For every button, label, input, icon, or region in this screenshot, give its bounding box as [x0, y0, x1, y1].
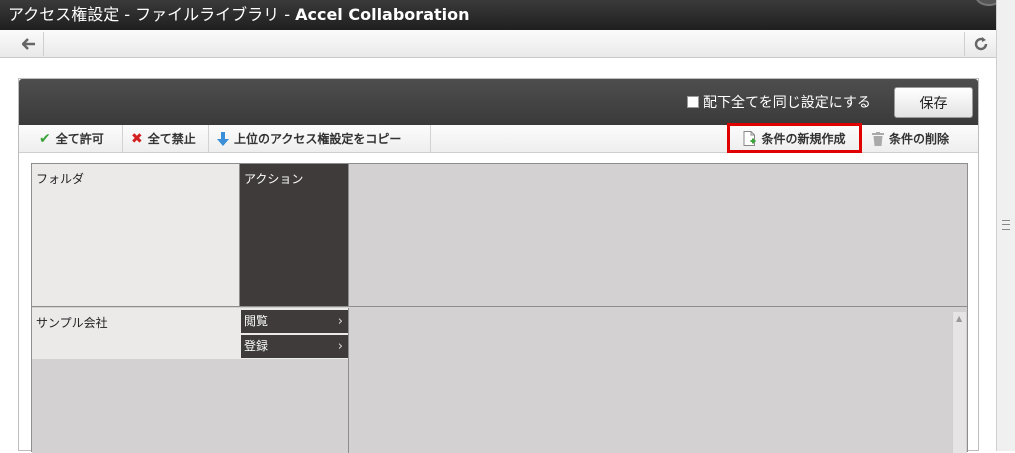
folder-list-empty-area [32, 359, 349, 453]
navigation-bar [0, 30, 996, 58]
folder-row-name[interactable]: サンプル会社 [32, 308, 240, 359]
apply-subfolders-label: 配下全てを同じ設定にする [703, 95, 871, 111]
chevron-right-icon: › [337, 339, 343, 354]
copy-parent-settings-button[interactable]: 上位のアクセス権設定をコピー [209, 125, 431, 152]
condition-header-area [349, 164, 967, 307]
delete-condition-label: 条件の削除 [889, 132, 950, 146]
page-scrollbar[interactable] [996, 0, 1015, 451]
back-button[interactable] [14, 32, 44, 56]
action-column-header: アクション [240, 164, 349, 307]
folder-column-header: フォルダ [32, 164, 240, 307]
panel-header: 配下全てを同じ設定にする 保存 [19, 79, 978, 125]
action-item-view[interactable]: 閲覧 › [241, 310, 348, 333]
check-icon: ✔ [39, 130, 51, 147]
reload-icon [974, 37, 987, 51]
arrow-left-icon [21, 38, 35, 50]
action-item-register[interactable]: 登録 › [241, 335, 348, 358]
reload-button[interactable] [964, 32, 996, 56]
deny-all-label: 全て禁止 [147, 132, 196, 146]
action-item-label: 閲覧 [244, 314, 269, 328]
window-title-app: Accel Collaboration [295, 5, 470, 24]
folder-row-actions: 閲覧 › 登録 › [240, 308, 349, 359]
allow-all-label: 全て許可 [55, 132, 104, 146]
copy-parent-settings-label: 上位のアクセス権設定をコピー [234, 132, 402, 146]
save-button[interactable]: 保存 [894, 87, 973, 118]
arrow-down-icon [217, 131, 229, 146]
access-grid: フォルダ アクション サンプル会社 閲覧 › 登録 › ▲ [31, 163, 968, 453]
chevron-right-icon: › [337, 314, 343, 329]
scroll-up-icon[interactable]: ▲ [956, 314, 962, 323]
delete-condition-button[interactable]: 条件の削除 [864, 125, 964, 152]
grid-scrollbar[interactable]: ▲ [952, 312, 966, 453]
window-titlebar: アクセス権設定 - ファイルライブラリ - Accel Collaboratio… [0, 0, 1015, 30]
apply-subfolders-option[interactable]: 配下全てを同じ設定にする [687, 92, 871, 112]
new-document-icon [743, 130, 756, 146]
new-condition-label: 条件の新規作成 [761, 131, 846, 146]
apply-subfolders-checkbox[interactable] [687, 96, 699, 108]
window-title: アクセス権設定 - ファイルライブラリ - [8, 5, 296, 24]
action-item-label: 登録 [244, 339, 269, 353]
scrollbar-grip-icon[interactable] [1002, 220, 1010, 230]
condition-body-area: ▲ [349, 308, 967, 453]
access-settings-panel: 配下全てを同じ設定にする 保存 ✔ 全て許可 ✖ 全て禁止 上位のアクセス権設定… [18, 78, 979, 453]
trash-icon [872, 131, 884, 146]
cross-icon: ✖ [131, 130, 143, 147]
action-toolbar: ✔ 全て許可 ✖ 全て禁止 上位のアクセス権設定をコピー 条件の新規作成 条件の… [19, 123, 978, 153]
deny-all-button[interactable]: ✖ 全て禁止 [123, 125, 209, 152]
new-condition-button[interactable]: 条件の新規作成 [727, 123, 862, 153]
allow-all-button[interactable]: ✔ 全て許可 [31, 125, 123, 152]
